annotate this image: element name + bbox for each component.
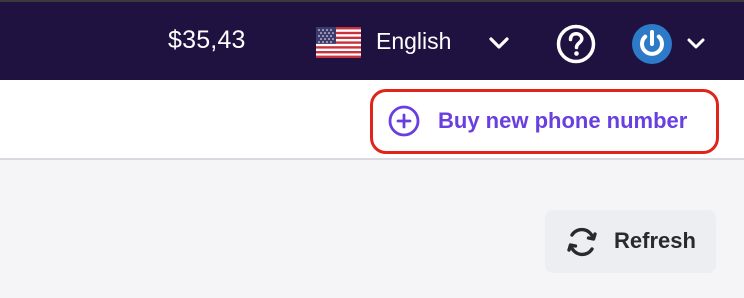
power-avatar-icon[interactable] [631,24,673,64]
question-circle-icon[interactable] [556,24,596,64]
language-selector-label[interactable]: English [376,28,451,55]
buy-new-phone-number-button[interactable]: Buy new phone number [388,104,687,138]
refresh-icon [567,227,597,257]
buy-button-label: Buy new phone number [438,108,688,133]
refresh-button-label: Refresh [614,228,696,253]
plus-circle-icon [388,105,420,137]
account-balance: $35,43 [168,26,246,54]
top-navigation-bar: $35,43 English [0,0,744,80]
us-flag-icon[interactable] [316,27,361,58]
chevron-down-icon[interactable] [686,36,706,52]
chevron-down-icon[interactable] [488,34,510,52]
refresh-button[interactable]: Refresh [545,210,716,273]
